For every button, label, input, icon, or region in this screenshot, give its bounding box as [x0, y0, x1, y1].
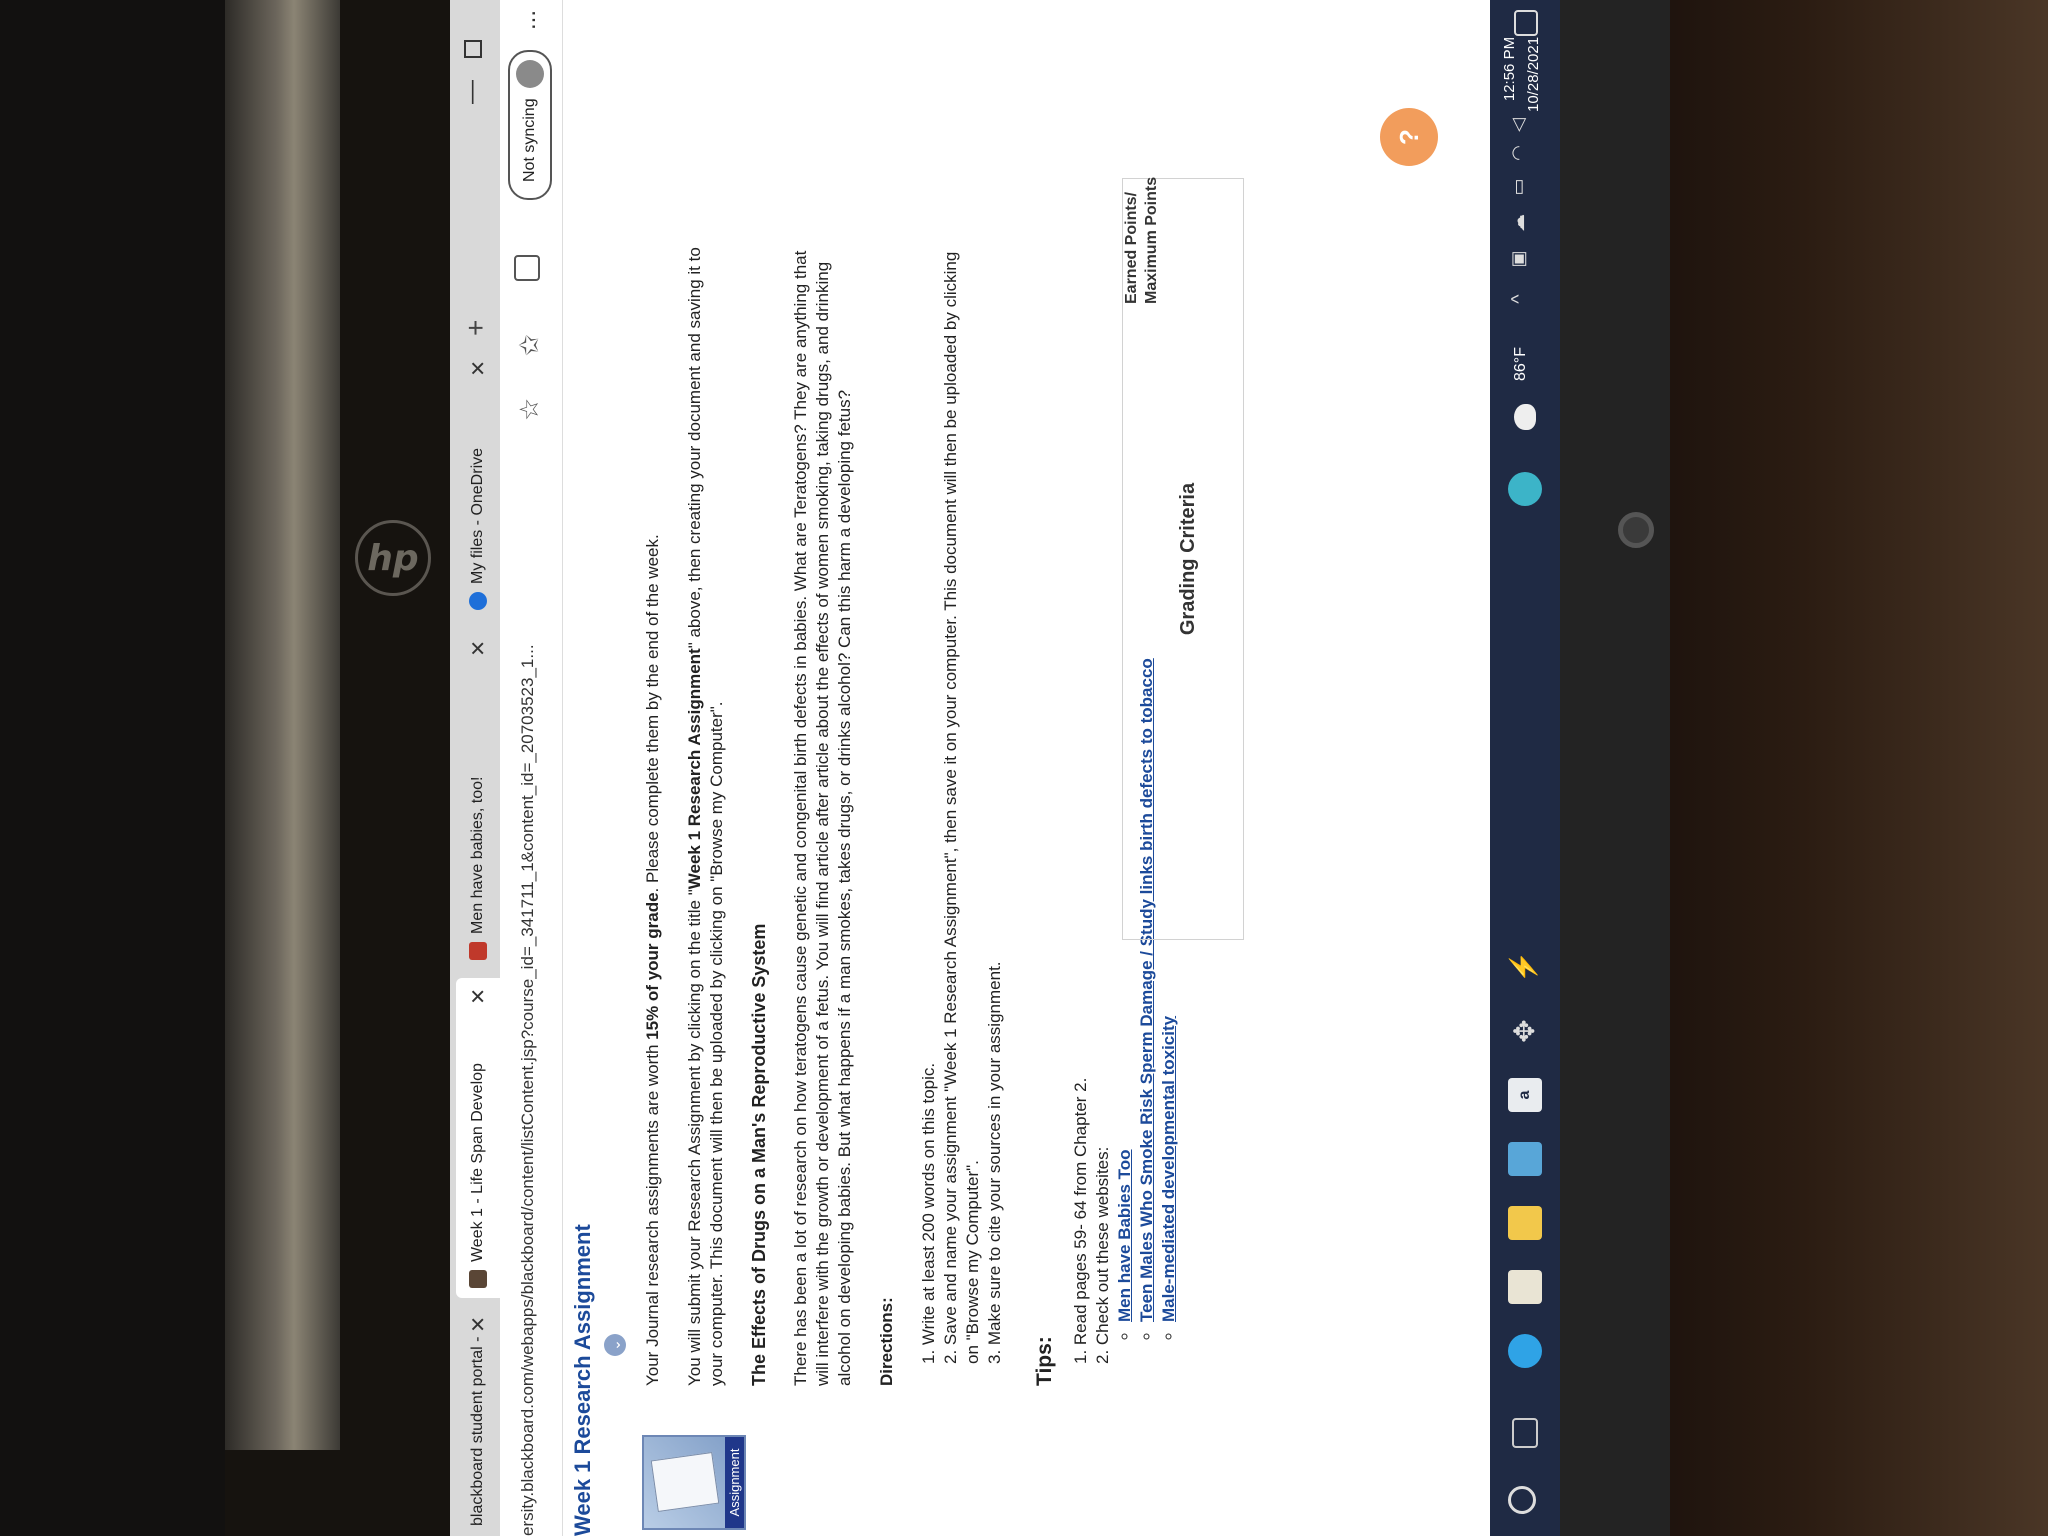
minimize-icon[interactable]: —: [458, 80, 486, 104]
taskbar: a ✥ ⚡ 86°F ^ ▣ ☁ ▭ ◠ ◁ 12:56 PM 10/28/20…: [1490, 0, 1560, 1536]
address-bar: ersity.blackboard.com/webapps/blackboard…: [500, 0, 563, 1536]
intro-paragraph-1: Your Journal research assignments are wo…: [643, 534, 662, 1386]
keyboard-area: [0, 0, 225, 1536]
search-icon[interactable]: [1508, 1486, 1536, 1514]
clock-time: 12:56 PM: [1501, 36, 1518, 102]
close-icon[interactable]: ✕: [466, 360, 491, 377]
points-label-earned: Earned Points/: [1123, 191, 1140, 304]
document-sheet-icon: [650, 1451, 720, 1513]
directions-label: Directions:: [877, 1297, 896, 1386]
tray-icon[interactable]: ▣: [1508, 242, 1542, 276]
weather-temperature: 86°F: [1512, 347, 1529, 381]
clock-date: 10/28/2021: [1525, 36, 1542, 112]
assignment-icon: Assignment: [642, 1435, 746, 1530]
battery-icon[interactable]: ▭: [1508, 170, 1542, 204]
dropbox-icon[interactable]: ✥: [1508, 1014, 1542, 1048]
tab-label: My files - OneDrive: [469, 447, 486, 584]
list-item: 1. Read pages 59- 64 from Chapter 2.: [1071, 1077, 1090, 1364]
help-button[interactable]: ?: [1380, 108, 1438, 166]
blackboard-favicon-icon: [469, 1270, 487, 1288]
intro-paragraph-2: You will submit your Research Assignment…: [685, 247, 726, 1386]
background-desk: [1640, 0, 2048, 1536]
list-item: 2. Check out these websites:: [1093, 1146, 1112, 1364]
list-item: 2. Save and name your assignment "Week 1…: [941, 251, 982, 1364]
weather-cloud-icon: [1514, 404, 1536, 430]
edge-icon[interactable]: [1508, 1334, 1542, 1368]
tab-label: blackboard student portal -: [469, 1336, 486, 1526]
favorites-icon[interactable]: ✩: [514, 334, 545, 356]
mail-icon[interactable]: [1508, 1142, 1542, 1176]
profile-sync-button[interactable]: Not syncing: [508, 50, 552, 200]
hp-logo: hp: [355, 520, 431, 596]
grading-criteria-title: Grading Criteria: [1177, 482, 1199, 636]
tab-blackboard-portal[interactable]: blackboard student portal - ✕: [456, 1306, 500, 1536]
app-icon[interactable]: ⚡: [1508, 950, 1542, 984]
maximize-icon[interactable]: [464, 40, 482, 58]
laptop-hinge: [225, 0, 340, 1450]
tab-label: Week 1 - Life Span Develop: [469, 1063, 486, 1262]
add-favorite-icon[interactable]: ☆: [514, 398, 545, 421]
points-label-maximum: Maximum Points: [1143, 176, 1160, 304]
close-icon[interactable]: ✕: [466, 988, 491, 1005]
collections-icon[interactable]: [514, 255, 540, 281]
chevron-up-icon[interactable]: ^: [1508, 282, 1542, 316]
list-item: 3. Make sure to cite your sources in you…: [985, 961, 1004, 1364]
webcam-icon: [1618, 512, 1654, 548]
laptop-screen: blackboard student portal - ✕ Week 1 - L…: [450, 0, 1560, 1536]
tab-week1-lifespan[interactable]: Week 1 - Life Span Develop ✕: [456, 978, 500, 1298]
directions-list: 1. Write at least 200 words on this topi…: [918, 246, 1006, 1386]
task-view-icon[interactable]: [1512, 1418, 1538, 1448]
list-item: 1. Write at least 200 words on this topi…: [919, 1062, 938, 1364]
file-explorer-icon[interactable]: [1508, 1206, 1542, 1240]
close-icon[interactable]: ✕: [466, 1316, 491, 1333]
assignment-icon-label: Assignment: [725, 1437, 744, 1528]
assignment-description: Your Journal research assignments are wo…: [642, 246, 1180, 1386]
avatar: [516, 60, 544, 89]
topic-paragraph: There has been a lot of research on how …: [791, 250, 854, 1386]
tips-label: Tips:: [1033, 1336, 1056, 1386]
close-icon[interactable]: ✕: [466, 640, 491, 657]
store-icon[interactable]: [1508, 1270, 1542, 1304]
sync-label: Not syncing: [521, 98, 538, 182]
tips-list: 1. Read pages 59- 64 from Chapter 2. 2. …: [1070, 246, 1114, 1386]
onedrive-tray-icon[interactable]: ☁: [1508, 206, 1542, 240]
screen-bezel: [1560, 0, 1670, 1536]
points-header: Earned Points/ Maximum Points: [1122, 177, 1162, 304]
amazon-icon[interactable]: a: [1508, 1078, 1542, 1112]
link-men-have-babies[interactable]: Men have Babies Too: [1115, 1149, 1134, 1322]
notifications-icon[interactable]: [1514, 10, 1538, 36]
assignment-title-link[interactable]: Week 1 Research Assignment: [570, 1224, 596, 1536]
tab-onedrive[interactable]: My files - OneDrive ✕: [456, 350, 500, 620]
onedrive-cloud-icon: [469, 592, 487, 610]
options-chevron-icon[interactable]: ⌄: [604, 1334, 626, 1356]
clock[interactable]: 12:56 PM 10/28/2021: [1498, 37, 1546, 112]
tab-men-have-babies[interactable]: Men have babies, too! ✕: [456, 630, 500, 970]
page-favicon-icon: [469, 942, 487, 960]
topic-heading: The Effects of Drugs on a Man's Reproduc…: [749, 923, 769, 1386]
new-tab-button[interactable]: +: [460, 320, 492, 336]
sync-status-icon[interactable]: [1508, 472, 1542, 506]
link-male-mediated-toxicity[interactable]: Male-mediated developmental toxicity: [1159, 1016, 1178, 1322]
volume-icon[interactable]: ◁: [1508, 108, 1542, 142]
tab-label: Men have babies, too!: [469, 776, 486, 934]
tab-bar: blackboard student portal - ✕ Week 1 - L…: [450, 0, 501, 1536]
url-field[interactable]: ersity.blackboard.com/webapps/blackboard…: [518, 644, 538, 1536]
content-area: Week 1 Research Assignment Assignment ⌄ …: [562, 0, 1490, 1536]
more-menu-icon[interactable]: ...: [514, 10, 542, 30]
